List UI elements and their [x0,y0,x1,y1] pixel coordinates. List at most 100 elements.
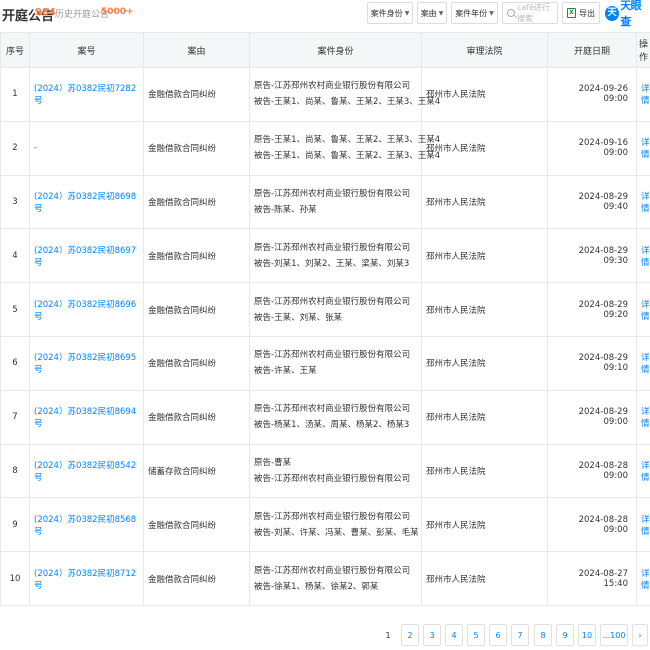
court-name: 邳州市人民法院 [421,497,548,553]
col-header-parties: 案件身份 [249,32,422,68]
table-row: 10 (2024）苏0382民初8712号 金融借款合同纠纷 原告-江苏邳州农村商业银… [0,551,650,606]
page-button[interactable]: 10 [578,624,596,646]
row-number: 10 [0,551,30,606]
details-link[interactable]: 详情 [636,67,650,122]
defendant: 被告-王某1、尚某、鲁某、王某2、王某3、王某4 [254,97,441,108]
hearing-date: 2024-08-29 09:20 [547,282,637,337]
plaintiff: 原告-曹某 [254,457,292,468]
page-button[interactable]: ...100 [600,624,628,646]
tianyancha-logo: 天 天眼查 [605,0,650,28]
filter-case-identity[interactable]: 案件身份 ▼ [367,2,413,24]
details-link[interactable]: 详情 [636,174,650,230]
col-header-case-no: 案号 [29,32,144,68]
case-cause: 金融借款合同纠纷 [143,389,250,445]
next-page-icon[interactable]: › [632,624,648,646]
search-icon [507,9,515,17]
filter-label: 案由 [420,8,437,18]
row-number: 9 [0,497,30,553]
row-number: 7 [0,389,30,445]
case-number-link[interactable]: (2024）苏0382民初8542号 [29,443,144,499]
defendant: 被告-陈某、孙某 [254,204,317,215]
case-parties: 原告-曹某被告-江苏邳州农村商业银行股份有限公司 [249,443,422,499]
row-number: 1 [0,67,30,122]
page-button[interactable]: 6 [489,624,507,646]
page-button[interactable]: 5 [467,624,485,646]
details-link[interactable]: 详情 [636,282,650,337]
case-number-link[interactable]: (2024）苏0382民初8696号 [29,282,144,337]
history-count[interactable]: 5000+ [101,7,134,17]
page-button[interactable]: 3 [423,624,441,646]
table-row: 5 (2024）苏0382民初8696号 金融借款合同纠纷 原告-江苏邳州农村商业银行… [0,282,650,337]
court-name: 邳州市人民法院 [421,120,548,176]
filter-case-year[interactable]: 案件年份 ▼ [451,2,498,24]
hearing-date: 2024-09-26 09:00 [547,67,637,122]
page-button[interactable]: 2 [401,624,419,646]
defendant: 被告-许某、王某 [254,366,317,377]
table-row: 2- 金融借款合同纠纷 原告-王某1、尚某、鲁某、王某2、王某3、王某4 被告-王某1… [0,120,650,176]
details-link[interactable]: 详情 [636,443,650,499]
case-cause: 金融借款合同纠纷 [143,551,250,606]
details-link[interactable]: 详情 [636,389,650,445]
hearing-date: 2024-09-16 09:00 [547,120,637,176]
page-button[interactable]: 4 [445,624,463,646]
table-row: 9 (2024）苏0382民初8568号 金融借款合同纠纷 原告-江苏邳州农村商业银行… [0,497,650,553]
filter-label: 案件年份 [455,8,488,18]
defendant: 被告-王某1、尚某、鲁某、王某2、王某3、王某4 [254,151,441,162]
xls-icon: X [567,8,576,18]
case-cause: 金融借款合同纠纷 [143,282,250,337]
details-link[interactable]: 详情 [636,335,650,391]
filter-label: 案件身份 [370,8,403,18]
case-parties: 原告-江苏邳州农村商业银行股份有限公司 被告-王某1、尚某、鲁某、王某2、王某3、… [249,67,441,122]
defendant: 被告-江苏邳州农村商业银行股份有限公司 [254,473,411,484]
hearing-date: 2024-08-29 09:30 [547,228,637,284]
plaintiff: 原告-江苏邳州农村商业银行股份有限公司 [254,350,411,361]
search-placeholder: café进行搜索 [517,3,551,23]
page-header: 开庭公告 984 历史开庭公告 5000+ › 案件身份 ▼ 案由 ▼ 案件年份 ▼ … [0,0,650,30]
case-cause: 金融借款合同纠纷 [143,174,250,230]
plaintiff: 原告-江苏邳州农村商业银行股份有限公司 [254,188,411,199]
court-announcement-table: 序号 案号 案由 案件身份 审理法院 开庭日期 操作 1 (2024）苏0382民… [0,32,650,606]
case-number-link[interactable]: - [29,120,144,176]
hearing-date: 2024-08-28 09:00 [547,497,637,553]
export-button[interactable]: X 导出 [562,2,600,24]
table-header-row: 序号 案号 案由 案件身份 审理法院 开庭日期 操作 [0,32,650,68]
table-row: 8 (2024）苏0382民初8542号 储蓄存款合同纠纷 原告-曹某 被告-江苏邳州农… [0,443,650,499]
page-button[interactable]: 9 [556,624,574,646]
caret-down-icon: ▼ [404,9,410,17]
filter-case-cause[interactable]: 案由 ▼ [417,2,447,24]
case-number-link[interactable]: (2024）苏0382民初8695号 [29,335,144,391]
page-button[interactable]: 1 [380,624,396,646]
case-number-link[interactable]: (2024）苏0382民初8698号 [29,174,144,230]
case-number-link[interactable]: (2024）苏0382民初8712号 [29,551,144,606]
court-name: 邳州市人民法院 [421,551,548,606]
defendant: 被告-徐某1、杨某、徐某2、郭某 [254,581,379,592]
details-link[interactable]: 详情 [636,497,650,553]
details-link[interactable]: 详情 [636,120,650,176]
export-label: 导出 [579,8,595,18]
case-parties: 原告-江苏邳州农村商业银行股份有限公司 被告-刘某、许某、冯某、曹某、彭某、毛某 [249,497,422,553]
plaintiff: 原告-江苏邳州农村商业银行股份有限公司 [254,565,411,576]
case-cause: 金融借款合同纠纷 [143,228,250,284]
case-number-link[interactable]: (2024）苏0382民初8697号 [29,228,144,284]
defendant: 被告-王某、刘某、张某 [254,312,343,323]
defendant: 被告-刘某1、刘某2、王某、梁某、刘某3 [254,258,410,269]
search-input[interactable]: café进行搜索 [502,2,558,24]
table-row: 1 (2024）苏0382民初7282号 金融借款合同纠纷 原告-江苏邳州农村商业银行… [0,67,650,122]
case-number-link[interactable]: (2024）苏0382民初8694号 [29,389,144,445]
case-number-link[interactable]: (2024）苏0382民初8568号 [29,497,144,553]
col-header-no: 序号 [0,32,30,68]
court-name: 邳州市人民法院 [421,228,548,284]
case-cause: 金融借款合同纠纷 [143,335,250,391]
page-button[interactable]: 8 [534,624,552,646]
table-row: 7 (2024）苏0382民初8694号 金融借款合同纠纷 原告-江苏邳州农村商业银行… [0,389,650,445]
chevron-right-icon[interactable]: › [123,4,127,17]
plaintiff: 原告-王某1、尚某、鲁某、王某2、王某3、王某4 [254,135,441,146]
case-cause: 金融借款合同纠纷 [143,120,250,176]
details-link[interactable]: 详情 [636,551,650,606]
plaintiff: 原告-江苏邳州农村商业银行股份有限公司 [254,511,411,522]
page-button[interactable]: 7 [511,624,529,646]
case-number-link[interactable]: (2024）苏0382民初7282号 [29,67,144,122]
plaintiff: 原告-江苏邳州农村商业银行股份有限公司 [254,242,411,253]
details-link[interactable]: 详情 [636,228,650,284]
court-name: 邳州市人民法院 [421,174,548,230]
